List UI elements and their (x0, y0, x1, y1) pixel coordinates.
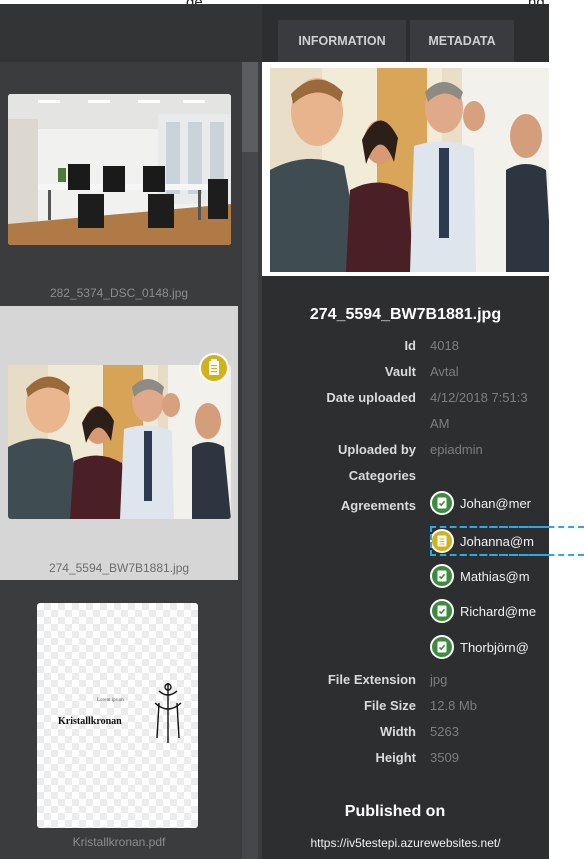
gallery-header (0, 4, 262, 62)
agreement-user: Thorbjörn@ (460, 639, 529, 655)
svg-text:Lorem ipsum: Lorem ipsum (97, 698, 124, 703)
field-label-height: Height (375, 750, 416, 765)
published-url-link[interactable]: https://iv5testepi.azurewebsites.net/ (262, 836, 549, 850)
approved-clipboard-icon (430, 635, 454, 659)
field-label-id: Id (404, 338, 416, 353)
gallery-item-people[interactable] (8, 365, 231, 519)
selection-highlight-overlay (430, 526, 584, 556)
field-value-uploaded-by: epiadmin (430, 442, 483, 457)
agreement-item[interactable]: Mathias@m (430, 563, 530, 589)
field-value-width: 5263 (430, 724, 459, 739)
gallery-caption: Kristallkronan.pdf (72, 835, 166, 849)
agreement-pending-badge (199, 353, 229, 383)
approved-clipboard-icon (430, 564, 454, 588)
outer-background (549, 0, 584, 859)
pdf-thumb-title: Kristallkronan (58, 716, 122, 727)
field-value-date-uploaded-line2: AM (430, 416, 450, 431)
agreement-item[interactable]: Johan@mer (430, 490, 531, 516)
gallery-item-office[interactable] (8, 94, 231, 245)
field-value-file-extension: jpg (430, 672, 448, 687)
field-label-file-size: File Size (363, 698, 416, 713)
file-name-title: 274_5594_BW7B1881.jpg (309, 306, 502, 323)
field-label-date-uploaded: Date uploaded (326, 390, 416, 405)
field-label-file-extension: File Extension (327, 672, 416, 687)
agreement-item[interactable]: Richard@me (430, 598, 536, 624)
field-label-vault: Vault (384, 364, 416, 379)
field-value-height: 3509 (430, 750, 459, 765)
field-label-width: Width (380, 724, 416, 739)
field-value-file-size: 12.8 Mb (430, 698, 477, 713)
gallery-scrollbar[interactable] (242, 62, 258, 859)
field-label-uploaded-by: Uploaded by (337, 442, 416, 457)
field-value-date-uploaded: 4/12/2018 7:51:3 (430, 390, 528, 405)
field-value-id: 4018 (430, 338, 459, 353)
tab-information[interactable]: INFORMATION (278, 20, 406, 62)
field-label-agreements: Agreements (340, 498, 416, 513)
asset-preview (262, 62, 552, 276)
gallery-caption: 282_5374_DSC_0148.jpg (49, 286, 189, 300)
approved-clipboard-icon (430, 599, 454, 623)
people-preview-image (270, 68, 552, 272)
agreement-user: Johan@mer (460, 495, 532, 511)
approved-clipboard-icon (430, 491, 454, 515)
published-on-heading: Published on (344, 803, 446, 820)
gallery-scrollbar-thumb[interactable] (242, 62, 258, 152)
clipboard-icon (209, 359, 219, 375)
agreement-item[interactable]: Thorbjörn@ (430, 634, 529, 660)
field-value-vault: Avtal (430, 364, 459, 379)
people-thumbnail (8, 365, 231, 519)
field-label-categories: Categories (348, 468, 416, 483)
gallery-caption: 274_5594_BW7B1881.jpg (48, 561, 190, 575)
tab-metadata[interactable]: METADATA (410, 20, 514, 62)
office-thumbnail (8, 94, 231, 245)
agreement-user: Mathias@m (460, 568, 530, 584)
agreement-user: Richard@me (460, 603, 537, 619)
